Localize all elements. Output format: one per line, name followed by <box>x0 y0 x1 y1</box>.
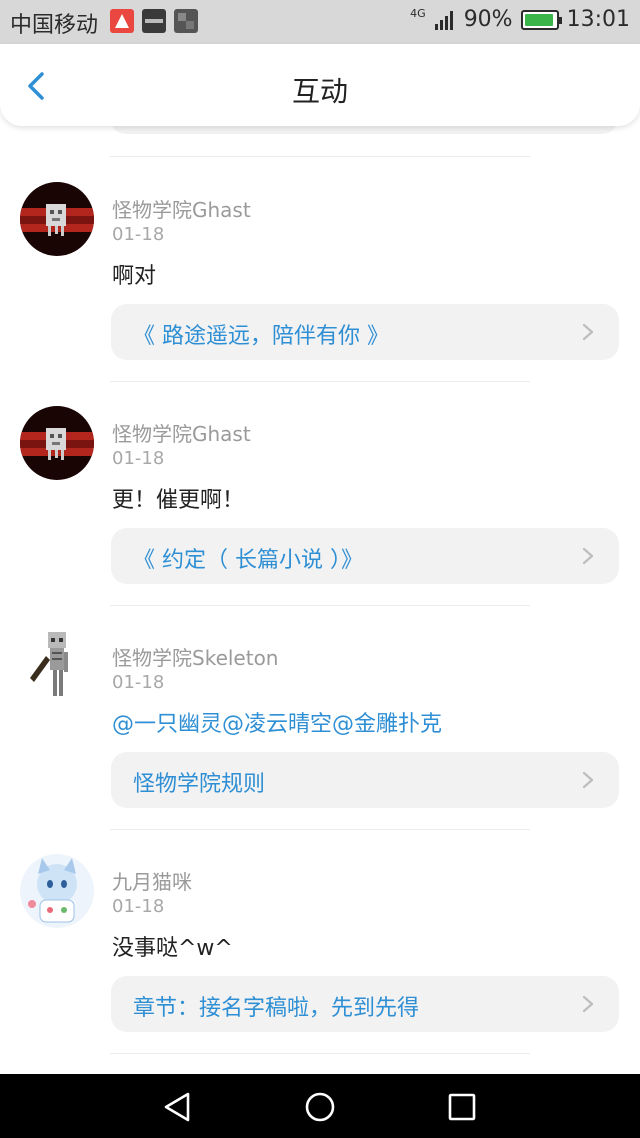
status-right: 4G 90% 13:01 <box>410 7 630 32</box>
cat-girl-avatar-icon <box>20 854 94 928</box>
system-nav-bar <box>0 1074 640 1138</box>
avatar[interactable] <box>20 182 94 256</box>
avatar[interactable] <box>20 406 94 480</box>
battery-percent: 90% <box>463 7 513 32</box>
divider <box>110 829 530 830</box>
previous-link-card[interactable] <box>110 126 618 134</box>
home-circle-icon[interactable] <box>303 1090 337 1124</box>
linked-chapter-title: 章节：接名字稿啦，先到先得 <box>133 996 420 1021</box>
comment-text: 没事哒^w^ <box>112 936 233 961</box>
chevron-right-icon <box>582 995 594 1013</box>
list-item[interactable]: 怪物学院Ghast 01-18 啊对 《 路途遥远，陪伴有你 》 <box>0 182 640 406</box>
ghast-avatar-icon <box>20 182 94 256</box>
page-title: 互动 <box>291 75 348 108</box>
top-header: 互动 <box>0 44 640 126</box>
post-date: 01-18 <box>112 224 165 245</box>
linked-work-card[interactable]: 《 约定（ 长篇小说 ）》 <box>111 528 619 584</box>
recents-square-icon[interactable] <box>445 1090 479 1124</box>
comment-text: 啊对 <box>112 264 157 289</box>
minecraft-notification-icon <box>174 9 198 33</box>
post-date: 01-18 <box>112 672 165 693</box>
chevron-right-icon <box>582 771 594 789</box>
app-notification-icon <box>110 9 134 33</box>
list-item[interactable]: 怪物学院Ghast 01-18 更！催更啊！ 《 约定（ 长篇小说 ）》 <box>0 406 640 630</box>
linked-chapter-card[interactable]: 章节：接名字稿啦，先到先得 <box>111 976 619 1032</box>
carrier-label: 中国移动 <box>10 13 99 38</box>
linked-work-title: 怪物学院规则 <box>133 772 266 797</box>
network-type-label: 4G <box>410 7 426 20</box>
linked-work-card[interactable]: 《 路途遥远，陪伴有你 》 <box>111 304 619 360</box>
clock: 13:01 <box>566 7 630 32</box>
back-triangle-icon[interactable] <box>160 1090 194 1124</box>
ghast-avatar-icon <box>20 406 94 480</box>
skeleton-avatar-icon <box>20 630 94 704</box>
author-name[interactable]: 怪物学院Skeleton <box>112 642 278 671</box>
avatar[interactable] <box>20 854 94 928</box>
author-name[interactable]: 怪物学院Ghast <box>112 194 251 223</box>
signal-icon <box>434 10 453 30</box>
comment-text: 更！催更啊！ <box>112 488 245 513</box>
list-item[interactable]: 九月猫咪 01-18 没事哒^w^ 章节：接名字稿啦，先到先得 <box>0 854 640 1074</box>
linked-work-title: 《 约定（ 长篇小说 ）》 <box>133 548 363 573</box>
author-name[interactable]: 怪物学院Ghast <box>112 418 251 447</box>
linked-work-title: 《 路途遥远，陪伴有你 》 <box>133 324 389 349</box>
divider <box>110 1053 530 1054</box>
divider <box>110 381 530 382</box>
linked-work-card[interactable]: 怪物学院规则 <box>111 752 619 808</box>
divider <box>110 156 530 157</box>
list-item[interactable]: 怪物学院Skeleton 01-18 @一只幽灵@凌云晴空@金雕扑克 怪物学院规… <box>0 630 640 854</box>
interaction-feed[interactable]: 怪物学院Ghast 01-18 啊对 《 路途遥远，陪伴有你 》 怪物学院Gha… <box>0 126 640 1074</box>
chevron-right-icon <box>582 547 594 565</box>
chevron-right-icon <box>582 323 594 341</box>
post-date: 01-18 <box>112 896 165 917</box>
status-bar: 中国移动 4G 90% 13:01 <box>0 0 640 44</box>
post-date: 01-18 <box>112 448 165 469</box>
battery-icon <box>520 9 562 30</box>
comment-mentions[interactable]: @一只幽灵@凌云晴空@金雕扑克 <box>112 706 442 738</box>
avatar[interactable] <box>20 630 94 704</box>
revenge-notification-icon <box>142 9 166 33</box>
divider <box>110 605 530 606</box>
author-name[interactable]: 九月猫咪 <box>112 866 192 895</box>
